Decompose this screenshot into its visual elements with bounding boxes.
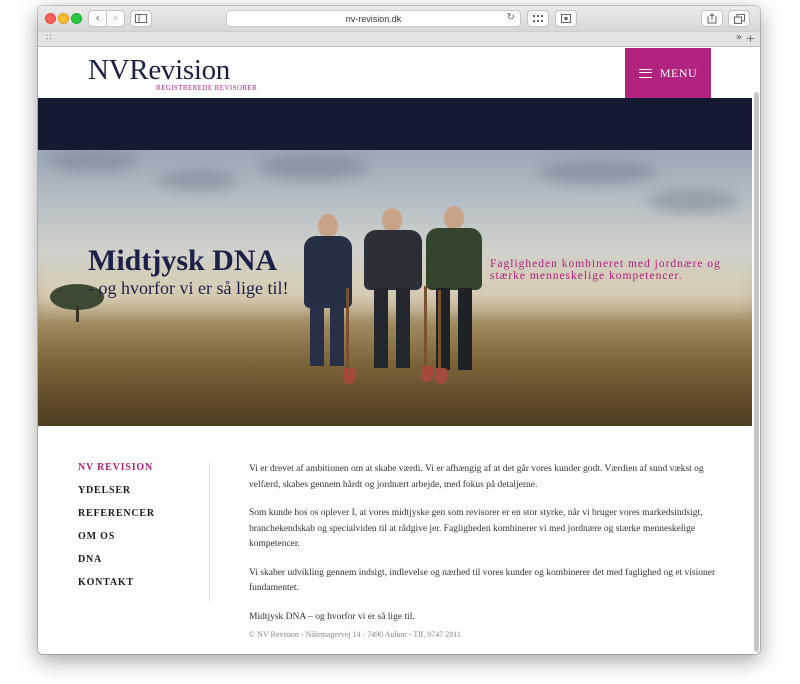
sidebar-icon <box>135 14 147 23</box>
favorites-grid-icon[interactable]: ∷ <box>46 33 52 43</box>
browser-titlebar: ‹ › nv-revision.dk ↻ <box>38 6 760 31</box>
browser-window: ‹ › nv-revision.dk ↻ ∷ » + NVRevision RE… <box>38 6 760 654</box>
menu-button[interactable]: MENU <box>625 48 711 98</box>
hero-subtitle: - og hvorfor vi er så lige til! <box>88 278 289 298</box>
zoom-window-button[interactable] <box>71 13 82 24</box>
cloud-decoration <box>258 154 368 180</box>
forward-button[interactable]: › <box>106 10 125 27</box>
favorites-bar: ∷ » + <box>38 31 760 47</box>
hamburger-icon <box>638 68 652 78</box>
web-page: NVRevision REGISTREREDE REVISORER MENU M… <box>38 48 760 654</box>
tabs-icon <box>733 13 745 24</box>
main-content: Vi er drevet af ambitionen om at skabe v… <box>249 462 729 638</box>
url-text: nv-revision.dk <box>345 13 402 24</box>
back-button[interactable]: ‹ <box>88 10 107 27</box>
cloud-decoration <box>648 190 738 212</box>
site-footer: © NV Revision - Nålemagervej 14 - 7490 A… <box>249 630 461 639</box>
chevron-left-icon: ‹ <box>95 13 100 24</box>
cloud-decoration <box>158 170 238 190</box>
chevron-right-icon: › <box>113 13 118 24</box>
content-paragraph: Som kunde hos os oplever I, at vores mid… <box>249 508 703 549</box>
cloud-decoration <box>538 160 658 184</box>
nav-item-om-os[interactable]: OM OS <box>78 531 209 554</box>
nav-item-referencer[interactable]: REFERENCER <box>78 508 209 531</box>
grid-icon <box>533 15 543 22</box>
extension-icon <box>561 14 571 23</box>
site-header: NVRevision REGISTREREDE REVISORER MENU <box>38 48 752 98</box>
side-navigation: NV REVISION YDELSER REFERENCER OM OS DNA… <box>78 462 210 602</box>
person-figure <box>300 212 360 392</box>
nav-item-kontakt[interactable]: KONTAKT <box>78 577 209 600</box>
content-paragraph: Vi skaber udvikling gennem indsigt, indl… <box>249 567 716 594</box>
close-window-button[interactable] <box>45 13 56 24</box>
share-button[interactable] <box>701 10 723 27</box>
top-sites-button[interactable] <box>527 10 549 27</box>
new-tab-plus-icon[interactable]: + <box>746 32 755 45</box>
person-figure <box>424 204 486 388</box>
menu-label: MENU <box>659 65 698 80</box>
logo-subtitle: REGISTREREDE REVISORER <box>156 84 258 92</box>
double-chevron-right-icon[interactable]: » <box>736 32 742 43</box>
tabs-button[interactable] <box>728 10 750 27</box>
site-logo[interactable]: NVRevision REGISTREREDE REVISORER <box>88 54 257 92</box>
scrollbar[interactable] <box>754 92 759 652</box>
hero-banner: Midtjysk DNA - og hvorfor vi er så lige … <box>38 150 752 426</box>
hero-tagline: Fagligheden kombineret med jordnære og s… <box>490 258 721 282</box>
header-band <box>38 98 752 150</box>
nav-item-ydelser[interactable]: YDELSER <box>78 485 209 508</box>
address-bar[interactable]: nv-revision.dk ↻ <box>226 10 521 27</box>
share-icon <box>707 13 717 24</box>
logo-title: NVRevision <box>88 54 231 86</box>
extension-button[interactable] <box>555 10 577 27</box>
hero-title: Midtjysk DNA <box>88 244 278 277</box>
person-figure <box>360 206 433 386</box>
reload-icon[interactable]: ↻ <box>507 12 515 23</box>
nav-item-dna[interactable]: DNA <box>78 554 209 577</box>
nav-item-nv-revision[interactable]: NV REVISION <box>78 462 209 485</box>
content-paragraph: Midtjysk DNA – og hvorfor vi er så lige … <box>249 611 415 622</box>
sidebar-toggle-button[interactable] <box>130 10 152 27</box>
cloud-decoration <box>48 150 138 172</box>
minimize-window-button[interactable] <box>58 13 69 24</box>
content-paragraph: Vi er drevet af ambitionen om at skabe v… <box>249 464 704 490</box>
